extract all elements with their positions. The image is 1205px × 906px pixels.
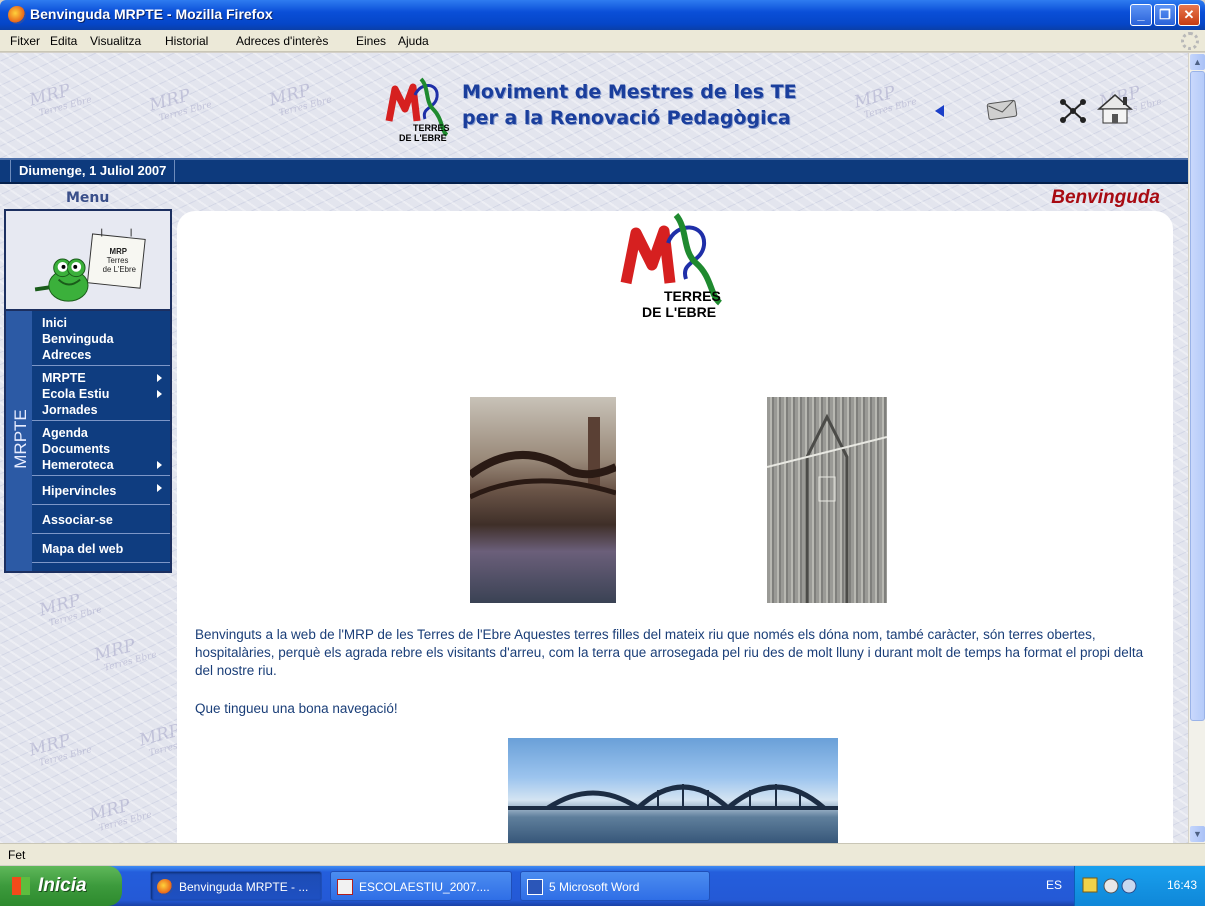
window-title: Benvinguda MRPTE - Mozilla Firefox (30, 6, 273, 22)
menu-group: Agenda Documents Hemeroteca (32, 421, 170, 476)
home-icon[interactable] (1093, 91, 1141, 127)
date-bar: Diumenge, 1 Juliol 2007 (0, 158, 1188, 184)
logo-text: DE L'EBRE (642, 304, 716, 320)
task-label: Benvinguda MRPTE - ... (179, 880, 309, 894)
menu-item-ecola-estiu[interactable]: Ecola Estiu (42, 386, 170, 402)
maximize-button[interactable]: ❐ (1154, 4, 1176, 26)
status-text: Fet (8, 848, 26, 862)
site-title-line1: Moviment de Mestres de les TE (462, 81, 797, 103)
menu-item-inici[interactable]: Inici (42, 315, 170, 331)
pdf-icon (337, 879, 353, 895)
menu-item-mrpte[interactable]: MRPTE (42, 370, 170, 386)
side-menu: MRP Terres de L'Ebre MRPTE Inici Benving… (4, 209, 172, 573)
svg-text:Terres: Terres (107, 256, 129, 265)
menu-item-mapa-del-web[interactable]: Mapa del web (42, 538, 170, 560)
site-title-line2: per a la Renovació Pedagògica (462, 107, 791, 129)
watermark: MRP Terres Ebre (147, 85, 213, 124)
side-menu-items: Inici Benvinguda Adreces MRPTE Ecola Est… (32, 311, 170, 563)
minimize-button[interactable]: _ (1130, 4, 1152, 26)
menu-eines[interactable]: Eines (356, 34, 386, 48)
menu-ajuda[interactable]: Ajuda (398, 34, 429, 48)
bridge-church-photo (467, 397, 618, 603)
current-date: Diumenge, 1 Juliol 2007 (10, 160, 176, 182)
firefox-icon (8, 6, 26, 24)
page-viewport: MRP Terres Ebre MRP Terres Ebre MRP Terres … (0, 53, 1188, 843)
logo-text: DE L'EBRE (399, 133, 447, 143)
vertical-scrollbar[interactable]: ▲ ▼ (1188, 53, 1205, 843)
title-bar: Benvinguda MRPTE - Mozilla Firefox _ ❐ ✕ (0, 0, 1205, 30)
throbber-icon (1181, 32, 1199, 50)
status-bar: Fet (0, 843, 1205, 865)
menu-group: MRPTE Ecola Estiu Jornades (32, 366, 170, 421)
menu-item-documents[interactable]: Documents (42, 441, 170, 457)
vertical-tab: MRPTE (6, 311, 32, 571)
logo-text: TERRES (413, 123, 450, 133)
task-label: ESCOLAESTIU_2007.... (359, 880, 490, 894)
language-indicator[interactable]: ES (1046, 878, 1062, 892)
svg-text:MRP: MRP (110, 247, 127, 256)
menu-bar: Fitxer Edita Visualitza Historial Adrece… (0, 30, 1205, 52)
menu-group: Associar-se (32, 505, 170, 534)
menu-edita[interactable]: Edita (50, 34, 77, 48)
logo-text: TERRES (664, 288, 721, 304)
menu-historial[interactable]: Historial (165, 34, 208, 48)
main-content: TERRES DE L'EBRE Benvinguts a la web de … (177, 211, 1173, 843)
start-label: Inicia (38, 875, 87, 896)
watermark: MRP Terres Ebre (267, 80, 333, 119)
watermark: MRP Terres Ebre (852, 82, 918, 121)
page-heading: Benvinguda (1051, 187, 1160, 208)
watermark: MRP Terres Ebre (37, 590, 103, 629)
mrp-logo[interactable]: TERRES DE L'EBRE (385, 75, 455, 145)
firefox-window: Benvinguda MRPTE - Mozilla Firefox _ ❐ ✕… (0, 0, 1205, 906)
watermark: MRP Terres Ebre (27, 80, 93, 119)
watermark: MRP Terres Ebre (87, 795, 153, 834)
task-firefox[interactable]: Benvinguda MRPTE - ... (150, 871, 322, 901)
close-button[interactable]: ✕ (1178, 4, 1200, 26)
menu-item-benvinguda[interactable]: Benvinguda (42, 331, 170, 347)
menu-label: Menu (66, 190, 110, 206)
menu-group: Mapa del web (32, 534, 170, 563)
menu-item-jornades[interactable]: Jornades (42, 402, 170, 418)
site-title: Moviment de Mestres de les TE per a la R… (462, 79, 797, 131)
frog-mascot-image: MRP Terres de L'Ebre (6, 211, 170, 311)
envelope-icon[interactable] (982, 99, 1022, 121)
embossed-tower-image (766, 397, 888, 603)
watermark: MRP Terres Ebre (27, 730, 93, 769)
menu-fitxer[interactable]: Fitxer (10, 34, 40, 48)
task-label: 5 Microsoft Word (549, 880, 640, 894)
intro-paragraph: Benvinguts a la web de l'MRP de les Terr… (195, 627, 1144, 678)
menu-item-associar-se[interactable]: Associar-se (42, 509, 170, 531)
mrp-terres-ebre-logo: TERRES DE L'EBRE (620, 213, 723, 320)
windows-flag-icon (12, 877, 30, 895)
scroll-down-icon[interactable]: ▼ (1190, 826, 1205, 842)
menu-adreces[interactable]: Adreces d'interès (236, 34, 328, 48)
sitemap-icon[interactable] (1058, 97, 1088, 125)
task-word[interactable]: 5 Microsoft Word (520, 871, 710, 901)
menu-group: Hipervincles (32, 476, 170, 505)
clock: 16:43 (1166, 878, 1197, 892)
back-arrow-icon[interactable] (935, 105, 944, 117)
menu-visualitza[interactable]: Visualitza (90, 34, 141, 48)
tray-icons[interactable] (1081, 874, 1145, 898)
svg-text:de L'Ebre: de L'Ebre (103, 265, 136, 274)
start-button[interactable]: Inicia (0, 866, 122, 906)
firefox-icon (157, 879, 173, 895)
menu-item-hipervincles[interactable]: Hipervincles (42, 480, 170, 502)
menu-item-adreces[interactable]: Adreces (42, 347, 170, 363)
river-bridge-photo (508, 738, 838, 843)
word-icon (527, 879, 543, 895)
system-tray: 16:43 (1074, 866, 1205, 906)
task-pdf[interactable]: ESCOLAESTIU_2007.... (330, 871, 512, 901)
closing-text: Que tingueu una bona navegació! (195, 701, 398, 716)
taskbar: Inicia Benvinguda MRPTE - ... ESCOLAESTI… (0, 866, 1205, 906)
scroll-up-icon[interactable]: ▲ (1190, 54, 1205, 70)
watermark: MRP Terres Ebre (92, 635, 158, 674)
menu-group: Inici Benvinguda Adreces (32, 311, 170, 366)
vertical-tab-label: MRPTE (11, 409, 30, 469)
menu-item-hemeroteca[interactable]: Hemeroteca (42, 457, 170, 473)
menu-item-agenda[interactable]: Agenda (42, 425, 170, 441)
scroll-thumb[interactable] (1190, 71, 1205, 721)
